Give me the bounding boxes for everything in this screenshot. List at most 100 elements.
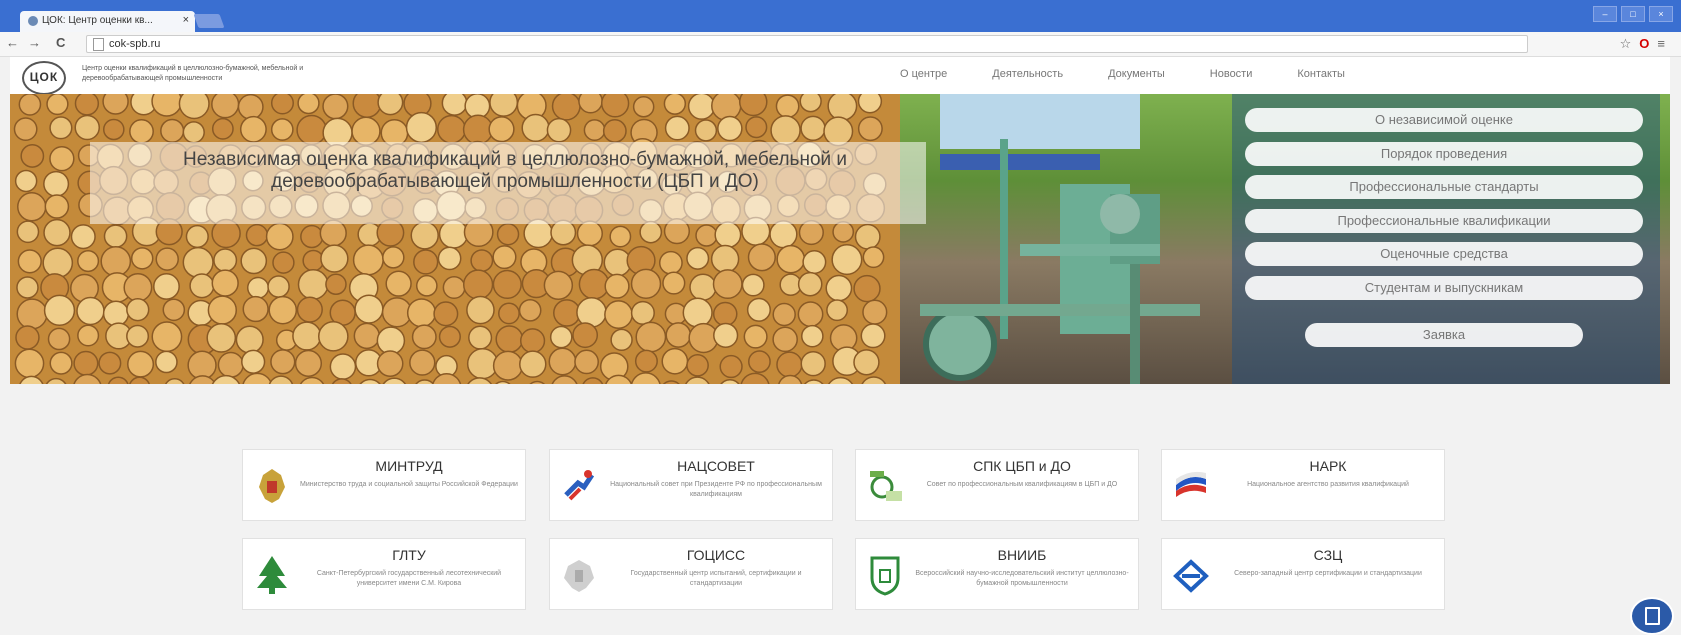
log-end-shape [211,269,239,297]
back-icon[interactable]: ← [6,35,19,50]
side-menu-item-prof-standards[interactable]: Профессиональные стандарты [1245,175,1643,199]
minimize-button[interactable]: – [1593,6,1617,22]
log-end-shape [42,247,74,279]
partner-card-nark[interactable]: НАРК Национальное агентство развития ква… [1161,449,1445,521]
log-end-shape [799,94,822,113]
log-end-shape [719,354,743,379]
site-logo[interactable]: ЦОК [22,61,66,95]
opera-icon[interactable]: O [1639,36,1657,51]
log-end-shape [600,94,630,118]
log-end-shape [466,295,495,325]
log-end-shape [543,270,574,301]
shield-icon [870,556,900,596]
log-end-shape [241,349,266,374]
log-end-shape [185,224,209,249]
new-tab-button[interactable] [193,14,225,28]
nav-item-contacts[interactable]: Контакты [1297,68,1345,80]
log-end-shape [213,248,238,273]
partner-card-gotsiss[interactable]: ГОЦИСС Государственный центр испытаний, … [549,538,833,610]
log-end-shape [299,376,325,384]
close-window-button[interactable]: × [1649,6,1673,22]
partner-desc: Национальный совет при Президенте РФ по … [610,481,822,498]
log-end-shape [129,118,154,144]
partner-card-vniib[interactable]: ВНИИБ Всероссийский научно-исследователь… [855,538,1139,610]
log-end-shape [43,218,71,247]
log-end-shape [578,268,610,300]
log-end-shape [268,295,298,325]
log-end-shape [495,380,511,384]
partner-title: ГОЦИСС [686,547,746,563]
log-end-shape [689,273,717,301]
log-end-shape [385,270,412,297]
log-end-shape [268,375,294,384]
log-end-shape [441,94,468,116]
log-end-shape [630,300,655,325]
tab-close-icon[interactable]: × [183,14,189,26]
forward-icon[interactable]: → [28,35,41,50]
log-end-shape [632,95,655,118]
emblem-icon [259,469,285,503]
maximize-button[interactable]: □ [1621,6,1645,22]
log-end-shape [686,353,709,377]
side-menu-item-assessment-tools[interactable]: Оценочные средства [1245,242,1643,266]
nav-item-documents[interactable]: Документы [1108,68,1165,80]
log-end-shape [710,244,740,274]
partner-desc: Совет по профессиональным квалификациям … [926,481,1118,488]
log-end-shape [189,375,217,384]
log-end-shape [827,376,854,384]
log-end-shape [549,325,573,349]
log-end-shape [695,224,718,247]
bookmark-star-icon[interactable]: ☆ [1620,36,1640,51]
partner-card-mintrud[interactable]: МИНТРУД Министерство труда и социальной … [242,449,526,521]
log-end-shape [107,376,129,384]
log-end-shape [712,269,743,300]
partner-title: ГЛТУ [392,547,426,563]
log-end-shape [182,246,214,279]
log-end-shape [297,269,329,300]
partner-card-gltu[interactable]: ГЛТУ Санкт-Петербургский государственный… [242,538,526,610]
partner-card-spk[interactable]: СПК ЦБП и ДО Совет по профессиональным к… [855,449,1139,521]
partner-title: СЗЦ [1313,547,1343,563]
log-end-shape [470,249,494,273]
nav-item-activity[interactable]: Деятельность [992,68,1063,80]
reload-icon[interactable]: C [56,35,65,50]
log-end-shape [73,373,102,384]
log-end-shape [686,246,710,270]
log-end-shape [492,350,524,381]
log-end-shape [546,117,572,143]
partner-card-natssovet[interactable]: НАЦСОВЕТ Национальный совет при Президен… [549,449,833,521]
log-end-shape [382,246,405,269]
log-end-shape [70,224,96,250]
browser-menu-icon[interactable]: ≡ [1657,36,1673,51]
log-end-shape [296,114,327,146]
log-end-shape [353,322,381,350]
log-end-shape [827,94,858,121]
floating-document-button[interactable] [1630,597,1674,635]
address-bar[interactable]: cok-spb.ru [86,35,1528,53]
side-menu-item-prof-qualifications[interactable]: Профессиональные квалификации [1245,209,1643,233]
log-end-shape [495,325,524,354]
log-end-shape [860,323,886,349]
nav-item-about[interactable]: О центре [900,68,947,80]
browser-tab[interactable]: ЦОК: Центр оценки кв... × [20,11,195,32]
log-end-shape [44,194,70,219]
log-end-shape [49,351,73,375]
partner-title: НАРК [1309,458,1347,474]
log-end-shape [775,94,800,119]
side-menu-item-students[interactable]: Студентам и выпускникам [1245,276,1643,300]
log-end-shape [16,220,40,244]
log-end-shape [211,374,241,384]
log-end-shape [489,94,519,117]
apply-button[interactable]: Заявка [1305,323,1583,347]
log-end-shape [635,321,667,353]
side-menu-item-procedure[interactable]: Порядок проведения [1245,142,1643,166]
partner-card-szc[interactable]: СЗЦ Северо-западный центр сертификации и… [1161,538,1445,610]
log-end-shape [16,276,39,299]
nav-item-news[interactable]: Новости [1210,68,1253,80]
log-end-shape [553,299,581,327]
log-end-shape [74,114,101,141]
side-menu-item-independent-assessment[interactable]: О независимой оценке [1245,108,1643,132]
favicon-icon [28,16,38,26]
log-end-shape [239,115,267,143]
log-end-shape [662,271,686,295]
